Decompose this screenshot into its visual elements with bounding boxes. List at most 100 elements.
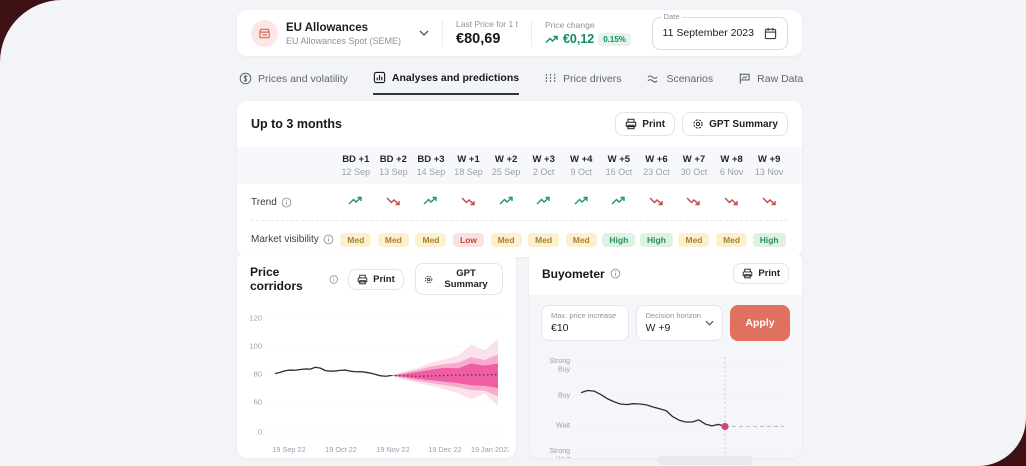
factory-icon (251, 19, 278, 47)
svg-text:Strong: Strong (549, 448, 570, 455)
trend-down-icon (686, 197, 701, 206)
info-icon[interactable] (329, 274, 338, 285)
forecast-column-header: W +4 9 Oct (562, 154, 600, 177)
instrument-selector[interactable]: EU Allowances EU Allowances Spot (SEME) (251, 18, 429, 47)
chevron-down-icon[interactable] (419, 30, 429, 36)
column-period: BD +3 (417, 154, 445, 165)
print-button[interactable]: Print (615, 112, 676, 136)
tab-analyses-and-predictions[interactable]: Analyses and predictions (372, 71, 520, 95)
column-period: W +5 (607, 154, 631, 165)
decision-horizon-select[interactable]: Decision horizon W +9 (635, 305, 723, 341)
info-icon[interactable] (281, 197, 292, 208)
column-period: W +8 (720, 154, 743, 165)
trend-row: Trend (237, 184, 802, 220)
visibility-cell: Med (375, 230, 413, 248)
trend-up-icon (611, 196, 626, 205)
forecast-column-header: W +1 18 Sep (450, 154, 488, 177)
column-date: 23 Oct (643, 167, 670, 177)
column-date: 25 Sep (491, 167, 521, 177)
info-icon[interactable] (610, 268, 621, 279)
column-period: BD +1 (342, 154, 370, 165)
trend-cell (675, 193, 713, 211)
tab-scenarios[interactable]: Scenarios (646, 71, 713, 95)
trend-cell (638, 193, 676, 211)
column-period: W +4 (570, 154, 593, 165)
trend-cell (487, 193, 525, 211)
calendar-icon[interactable] (764, 27, 777, 40)
flag-chart-icon (739, 73, 750, 84)
print-label: Print (758, 268, 780, 279)
decision-horizon-label: Decision horizon (645, 311, 701, 320)
main-tabs: Prices and volatility Analyses and predi… (239, 71, 804, 95)
buyometer-card: Buyometer Print Max. price increase €10 … (529, 252, 802, 458)
svg-text:19 Oct 22: 19 Oct 22 (325, 445, 357, 454)
svg-text:0: 0 (258, 428, 262, 437)
info-icon[interactable] (323, 234, 334, 245)
trend-up-icon (536, 196, 550, 205)
svg-text:80: 80 (254, 370, 262, 379)
print-label: Print (642, 118, 666, 130)
trend-down-icon (386, 197, 400, 206)
svg-text:19 Jan 2023: 19 Jan 2023 (471, 445, 509, 454)
gpt-summary-button[interactable]: GPT Summary (682, 112, 788, 136)
buyometer-chart: StrongBuyBuyWaitStrongWait19 Sep 2219 Oc… (549, 357, 784, 458)
gpt-summary-button[interactable]: GPT Summary (414, 263, 503, 295)
visibility-cell: High (600, 230, 638, 248)
tab-label: Scenarios (666, 72, 714, 85)
column-period: W +1 (457, 154, 480, 165)
svg-text:19 Nov 22: 19 Nov 22 (376, 445, 409, 454)
tab-label: Price drivers (563, 72, 622, 85)
column-date: 14 Sep (416, 167, 446, 177)
max-price-increase-input[interactable]: Max. price increase €10 (541, 305, 629, 341)
horizontal-scrollbar-thumb[interactable] (657, 456, 753, 465)
tab-raw-data[interactable]: Raw Data (738, 71, 803, 95)
dollar-circle-icon (239, 72, 252, 85)
chevron-down-icon (705, 320, 714, 326)
tab-prices-and-volatility[interactable]: Prices and volatility (239, 71, 348, 95)
trend-up-icon (348, 196, 362, 205)
visibility-badge: High (752, 233, 786, 247)
forecast-column-header: W +3 2 Oct (525, 154, 563, 177)
trend-cell (600, 193, 638, 211)
instrument-name: EU Allowances (286, 22, 369, 35)
grid-icon (545, 73, 556, 84)
trend-up-icon (574, 196, 588, 205)
visibility-cell: Med (675, 230, 713, 248)
trend-up-icon (499, 196, 513, 205)
trend-cell (375, 193, 413, 211)
visibility-badge: High (639, 233, 673, 247)
column-period: W +9 (757, 154, 781, 165)
price-corridors-chart: 120 100 80 60 0 19 Sep 22 19 Oct 22 19 Nov 22 19… (249, 314, 511, 455)
visibility-badge: Med (340, 233, 372, 247)
print-button[interactable]: Print (733, 263, 789, 284)
app-viewport: EU Allowances EU Allowances Spot (SEME) … (0, 0, 1026, 466)
price-corridors-title: Price corridors (250, 265, 303, 293)
trending-up-icon (545, 35, 558, 43)
svg-text:120: 120 (249, 314, 262, 323)
screenshot-backdrop: EU Allowances EU Allowances Spot (SEME) … (0, 0, 1026, 466)
visibility-row-label: Market visibility (251, 233, 319, 245)
price-change-value: €0,12 (562, 32, 595, 46)
visibility-cell: Med (525, 230, 563, 248)
tab-price-drivers[interactable]: Price drivers (544, 71, 621, 95)
date-picker[interactable]: Date 11 September 2023 (651, 11, 788, 50)
bar-chart-icon (373, 71, 386, 84)
trend-down-icon (762, 197, 776, 206)
divider (530, 20, 532, 46)
forecast-card: Up to 3 months Print GPT Summary BD +1 1… (237, 101, 802, 257)
apply-button[interactable]: Apply (730, 305, 790, 341)
forecast-title: Up to 3 months (251, 117, 342, 131)
max-price-value: €10 (551, 322, 569, 334)
column-period: W +2 (494, 154, 518, 165)
forecast-column-header: BD +2 13 Sep (375, 154, 413, 177)
trend-down-icon (724, 197, 738, 206)
trend-cell (713, 193, 751, 211)
decision-horizon-value: W +9 (645, 322, 671, 334)
trend-down-icon (461, 197, 475, 206)
visibility-cell: Med (487, 230, 525, 248)
tab-label: Analyses and predictions (391, 71, 520, 84)
svg-text:100: 100 (249, 342, 262, 351)
visibility-cell: High (638, 230, 676, 248)
print-button[interactable]: Print (348, 268, 404, 290)
forecast-column-header: W +8 6 Nov (713, 154, 751, 177)
